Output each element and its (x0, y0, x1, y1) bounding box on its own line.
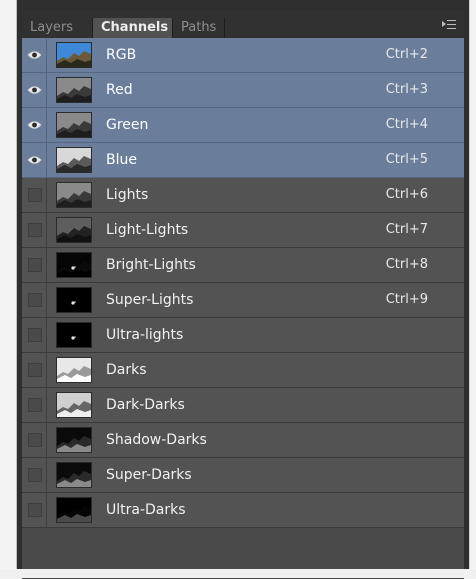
empty-visibility-box[interactable] (28, 293, 42, 307)
channel-shortcut: Ctrl+7 (385, 222, 428, 237)
channel-name[interactable]: Dark-Darks (106, 388, 185, 422)
visibility-toggle[interactable] (22, 73, 47, 107)
visibility-toggle[interactable] (22, 38, 47, 72)
channel-thumbnail (56, 42, 92, 68)
channel-shortcut: Ctrl+9 (385, 292, 428, 307)
channel-thumbnail (56, 392, 92, 418)
channel-name[interactable]: Shadow-Darks (106, 423, 207, 457)
visibility-toggle[interactable] (22, 283, 47, 317)
channel-shortcut: Ctrl+2 (385, 47, 428, 62)
channel-thumbnail (56, 112, 92, 138)
empty-visibility-box[interactable] (28, 398, 42, 412)
channel-name[interactable]: Ultra-lights (106, 318, 183, 352)
panel-tab-strip: Layers Channels Paths (22, 10, 464, 39)
visibility-toggle[interactable] (22, 248, 47, 282)
channel-name[interactable]: Super-Darks (106, 458, 192, 492)
window-left-edge (0, 0, 16, 569)
channel-thumbnail (56, 427, 92, 453)
channel-row[interactable]: Red Ctrl+3 (22, 73, 464, 108)
channel-shortcut: Ctrl+3 (385, 82, 428, 97)
channel-thumbnail (56, 252, 92, 278)
tab-layers[interactable]: Layers (22, 18, 93, 38)
channel-name[interactable]: Lights (106, 178, 148, 212)
tab-channels[interactable]: Channels (93, 18, 173, 38)
channel-thumbnail (56, 357, 92, 383)
menu-line (447, 24, 456, 25)
channel-row[interactable]: Ultra-lights (22, 318, 464, 353)
menu-line (447, 20, 456, 21)
visibility-toggle[interactable] (22, 213, 47, 247)
channel-thumbnail (56, 462, 92, 488)
visibility-toggle[interactable] (22, 458, 47, 492)
channel-shortcut: Ctrl+8 (385, 257, 428, 272)
channel-row[interactable]: RGB Ctrl+2 (22, 38, 464, 73)
channel-thumbnail (56, 217, 92, 243)
visibility-toggle[interactable] (22, 143, 47, 177)
channel-row[interactable]: Bright-Lights Ctrl+8 (22, 248, 464, 283)
window-right-edge (470, 0, 476, 569)
empty-visibility-box[interactable] (28, 433, 42, 447)
visibility-toggle[interactable] (22, 423, 47, 457)
channel-shortcut: Ctrl+6 (385, 187, 428, 202)
channel-row[interactable]: Green Ctrl+4 (22, 108, 464, 143)
channel-row[interactable]: Dark-Darks (22, 388, 464, 423)
channel-name[interactable]: Ultra-Darks (106, 493, 186, 527)
channel-list: RGB Ctrl+2 Red Ctrl+3 Green Ctrl+4 Blue Ctrl+5 L… (22, 38, 464, 528)
channel-thumbnail (56, 287, 92, 313)
channel-row[interactable]: Blue Ctrl+5 (22, 143, 464, 178)
channel-row[interactable]: Ultra-Darks (22, 493, 464, 528)
visibility-toggle[interactable] (22, 353, 47, 387)
visibility-toggle[interactable] (22, 108, 47, 142)
channel-thumbnail (56, 182, 92, 208)
channel-shortcut: Ctrl+5 (385, 152, 428, 167)
channel-row[interactable]: Lights Ctrl+6 (22, 178, 464, 213)
eye-icon (27, 156, 42, 164)
channel-name[interactable]: Blue (106, 143, 137, 177)
empty-visibility-box[interactable] (28, 188, 42, 202)
tab-paths[interactable]: Paths (173, 18, 225, 38)
empty-visibility-box[interactable] (28, 363, 42, 377)
eye-icon (27, 86, 42, 94)
channel-name[interactable]: Green (106, 108, 148, 142)
channel-name[interactable]: Super-Lights (106, 283, 193, 317)
empty-visibility-box[interactable] (28, 258, 42, 272)
menu-triangle-icon (442, 21, 446, 27)
empty-visibility-box[interactable] (28, 468, 42, 482)
channels-panel: RGB Ctrl+2 Red Ctrl+3 Green Ctrl+4 Blue Ctrl+5 L… (22, 38, 464, 579)
channel-row[interactable]: Light-Lights Ctrl+7 (22, 213, 464, 248)
channel-name[interactable]: RGB (106, 38, 136, 72)
visibility-toggle[interactable] (22, 178, 47, 212)
channel-row[interactable]: Super-Darks (22, 458, 464, 493)
visibility-toggle[interactable] (22, 318, 47, 352)
menu-line (447, 28, 456, 29)
eye-icon (27, 51, 42, 59)
eye-icon (27, 121, 42, 129)
channel-thumbnail (56, 147, 92, 173)
channel-name[interactable]: Bright-Lights (106, 248, 196, 282)
channel-row[interactable]: Shadow-Darks (22, 423, 464, 458)
channel-shortcut: Ctrl+4 (385, 117, 428, 132)
empty-visibility-box[interactable] (28, 223, 42, 237)
visibility-toggle[interactable] (22, 493, 47, 527)
channel-name[interactable]: Darks (106, 353, 147, 387)
channel-name[interactable]: Light-Lights (106, 213, 188, 247)
channel-name[interactable]: Red (106, 73, 133, 107)
empty-visibility-box[interactable] (28, 328, 42, 342)
panel-menu-icon[interactable] (442, 18, 456, 32)
channel-thumbnail (56, 322, 92, 348)
channel-thumbnail (56, 497, 92, 523)
empty-visibility-box[interactable] (28, 503, 42, 517)
channel-row[interactable]: Super-Lights Ctrl+9 (22, 283, 464, 318)
channel-thumbnail (56, 77, 92, 103)
channel-row[interactable]: Darks (22, 353, 464, 388)
visibility-toggle[interactable] (22, 388, 47, 422)
